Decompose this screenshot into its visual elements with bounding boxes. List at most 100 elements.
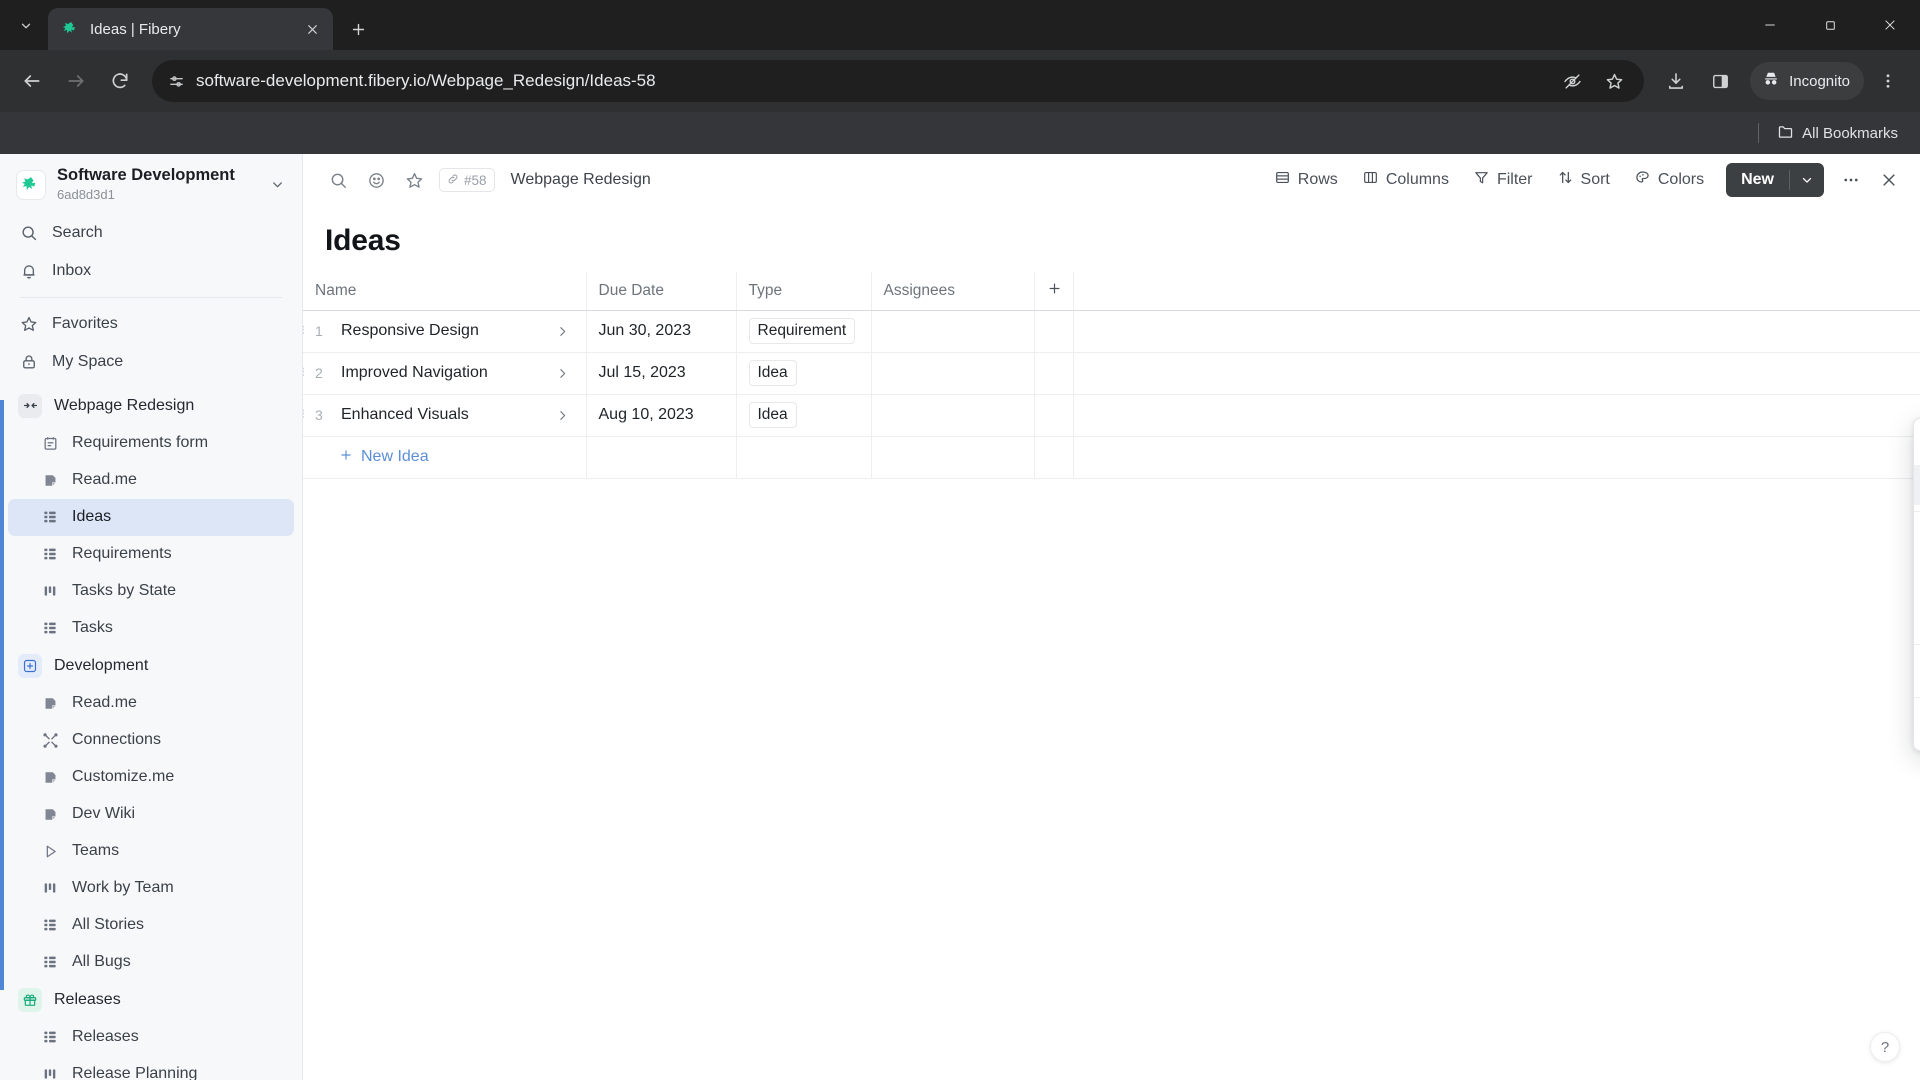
three-dot-menu-icon[interactable]: [1868, 61, 1908, 101]
sidebar-item-requirements[interactable]: Requirements: [8, 536, 294, 573]
table-row[interactable]: ⠿ 3 Enhanced Visuals Aug 10, 2023 Idea: [303, 394, 1920, 437]
sidebar-item-read-me[interactable]: Read.me: [8, 462, 294, 499]
menu-item-export-data-to-csv[interactable]: Export data to CSV: [1914, 598, 1920, 638]
drag-handle-icon[interactable]: ⠿: [303, 409, 307, 421]
column-header-assignees[interactable]: Assignees: [871, 272, 1035, 311]
star-icon[interactable]: [397, 163, 431, 197]
cell-assignees[interactable]: [871, 352, 1035, 395]
sidebar-item-my-space[interactable]: My Space: [8, 343, 294, 381]
breadcrumb[interactable]: Webpage Redesign: [511, 171, 651, 189]
menu-item-duplicate[interactable]: Duplicate: [1914, 518, 1920, 558]
cell-assignees[interactable]: [871, 310, 1035, 353]
chevron-right-icon[interactable]: [552, 367, 574, 380]
close-icon[interactable]: [1860, 0, 1920, 50]
sidebar-item-requirements-form[interactable]: Requirements form: [8, 425, 294, 462]
tab-search-chevron-icon[interactable]: [8, 8, 44, 44]
address-bar[interactable]: software-development.fibery.io/Webpage_R…: [152, 60, 1645, 102]
new-button[interactable]: New: [1726, 163, 1789, 197]
new-tab-button[interactable]: [341, 12, 375, 46]
sort-button[interactable]: Sort: [1547, 163, 1620, 197]
sidebar-item-ideas[interactable]: Ideas: [8, 498, 294, 536]
columns-button[interactable]: Columns: [1352, 163, 1459, 197]
sidebar-item-work-by-team[interactable]: Work by Team: [8, 870, 294, 907]
cell-name[interactable]: ⠿ 3 Enhanced Visuals: [303, 394, 587, 437]
sidebar-item-teams[interactable]: Teams: [8, 833, 294, 870]
table-row[interactable]: ⠿ 1 Responsive Design Jun 30, 2023 Requi…: [303, 310, 1920, 353]
new-idea-button[interactable]: New Idea: [315, 448, 574, 467]
search-icon[interactable]: [321, 163, 355, 197]
cell-type[interactable]: Requirement: [736, 310, 872, 353]
cell-due-date[interactable]: Aug 10, 2023: [586, 394, 737, 437]
cell-name[interactable]: ⠿ 1 Responsive Design: [303, 310, 587, 353]
colors-button[interactable]: Colors: [1624, 163, 1714, 197]
close-icon[interactable]: [1872, 163, 1906, 197]
reload-icon[interactable]: [100, 61, 140, 101]
entity-id-chip[interactable]: #58: [439, 168, 495, 192]
chevron-right-icon[interactable]: [552, 325, 574, 338]
back-arrow-icon[interactable]: [12, 61, 52, 101]
download-icon[interactable]: [1656, 61, 1696, 101]
rows-button[interactable]: Rows: [1264, 163, 1348, 197]
view-content: Ideas Name Due Date Type Assignees 1 Res…: [303, 206, 1920, 1080]
chevron-down-icon[interactable]: [1790, 163, 1824, 197]
drag-handle-icon[interactable]: ⠿: [303, 367, 307, 379]
sidebar-item-dev-wiki[interactable]: Dev Wiki: [8, 796, 294, 833]
sidebar-item-customize-me[interactable]: Customize.me: [8, 759, 294, 796]
side-panel-icon[interactable]: [1700, 61, 1740, 101]
sidebar-item-all-bugs[interactable]: All Bugs: [8, 944, 294, 981]
table-row[interactable]: ⠿ 2 Improved Navigation Jul 15, 2023 Ide…: [303, 352, 1920, 395]
menu-item-copy-link[interactable]: Copy link: [1914, 425, 1920, 465]
cell-new-idea[interactable]: New Idea: [303, 436, 587, 479]
cell-assignees[interactable]: [871, 394, 1035, 437]
new-button-group[interactable]: New: [1726, 163, 1824, 197]
plus-icon: [339, 448, 353, 467]
all-bookmarks-button[interactable]: All Bookmarks: [1769, 119, 1906, 148]
cell-type[interactable]: Idea: [736, 352, 872, 395]
sidebar-space-webpage-redesign[interactable]: Webpage Redesign: [8, 387, 294, 425]
menu-item-add-to-favorites[interactable]: Add to favorites: [1914, 465, 1920, 505]
sidebar-item-all-stories[interactable]: All Stories: [8, 907, 294, 944]
drag-handle-icon[interactable]: ⠿: [303, 325, 307, 337]
cell-extra: [1034, 352, 1074, 395]
cell-name[interactable]: ⠿ 2 Improved Navigation: [303, 352, 587, 395]
maximize-icon[interactable]: [1800, 0, 1860, 50]
site-settings-icon[interactable]: [160, 65, 192, 97]
eye-slash-icon[interactable]: [1552, 61, 1592, 101]
filter-button[interactable]: Filter: [1463, 163, 1543, 197]
column-header-name[interactable]: Name: [303, 272, 587, 311]
sidebar-item-releases[interactable]: Releases: [8, 1019, 294, 1056]
columns-label: Columns: [1385, 171, 1449, 188]
sidebar-item-read-me-dev[interactable]: Read.me: [8, 685, 294, 722]
cell-type[interactable]: Idea: [736, 394, 872, 437]
sidebar-item-release-planning[interactable]: Release Planning: [8, 1056, 294, 1080]
sidebar-space-releases[interactable]: Releases: [8, 981, 294, 1019]
sidebar-item-connections[interactable]: Connections: [8, 722, 294, 759]
sidebar-item-favorites[interactable]: Favorites: [8, 305, 294, 343]
sidebar-item-search[interactable]: Search: [8, 214, 294, 252]
sidebar-item-inbox[interactable]: Inbox: [8, 252, 294, 290]
help-button[interactable]: ?: [1870, 1032, 1900, 1062]
close-icon[interactable]: [301, 18, 323, 40]
workspace-switcher[interactable]: Software Development 6ad8d3d1: [0, 154, 302, 214]
sidebar-item-tasks[interactable]: Tasks: [8, 610, 294, 647]
minimize-icon[interactable]: [1740, 0, 1800, 50]
sidebar-item-tasks-by-state[interactable]: Tasks by State: [8, 573, 294, 610]
column-header-type[interactable]: Type: [736, 272, 872, 311]
menu-item-delete-table[interactable]: Delete Table: [1914, 704, 1920, 744]
new-row[interactable]: New Idea: [303, 436, 1920, 479]
sidebar-space-development[interactable]: Development: [8, 647, 294, 685]
emoji-icon[interactable]: [359, 163, 393, 197]
menu-item-copy-to-my-space[interactable]: Copy to My Space: [1914, 558, 1920, 598]
incognito-indicator[interactable]: Incognito: [1750, 62, 1864, 100]
cell-due-date[interactable]: Jun 30, 2023: [586, 310, 737, 353]
forward-arrow-icon[interactable]: [56, 61, 96, 101]
column-header-due-date[interactable]: Due Date: [586, 272, 737, 311]
cell-due-date[interactable]: Jul 15, 2023: [586, 352, 737, 395]
chevron-right-icon[interactable]: [552, 409, 574, 422]
add-column-button[interactable]: [1034, 272, 1074, 311]
chevron-down-icon[interactable]: [266, 174, 288, 196]
three-dot-menu-icon[interactable]: [1834, 163, 1868, 197]
menu-item-close-panel[interactable]: Close panel Esc: [1914, 651, 1920, 691]
browser-tab[interactable]: Ideas | Fibery: [48, 8, 333, 50]
star-icon[interactable]: [1594, 61, 1634, 101]
